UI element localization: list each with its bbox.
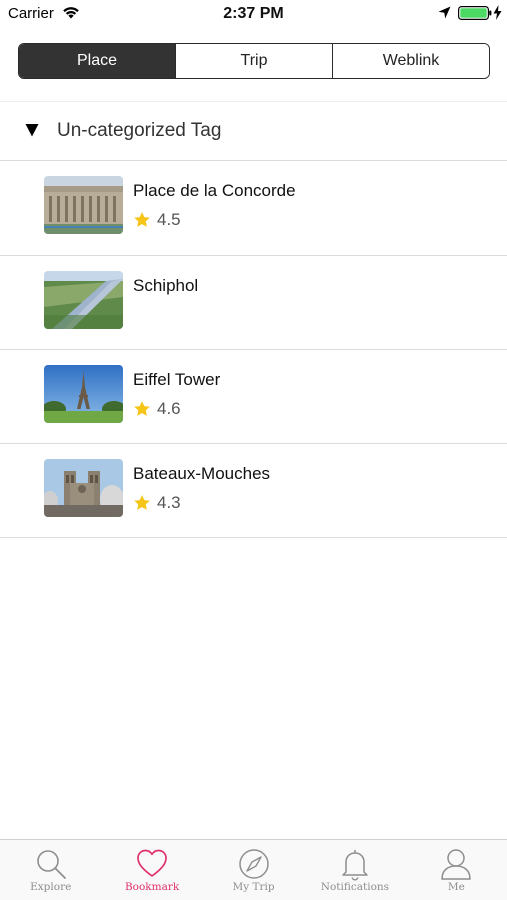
rating-value: 4.5 [157, 210, 181, 229]
tab-bar: Explore Bookmark My Trip Notifications M… [0, 839, 507, 900]
divider [0, 537, 507, 538]
heart-icon [137, 849, 167, 877]
rating-value: 4.6 [157, 399, 181, 418]
eiffel-tower-photo [44, 365, 123, 423]
list-item[interactable]: Place de la Concorde 4.5 [0, 161, 507, 255]
tab-label: Bookmark [124, 881, 180, 893]
tag-section-header[interactable]: Un-categorized Tag [0, 102, 507, 160]
status-bar: Carrier 2:37 PM [0, 0, 507, 28]
battery-icon [458, 6, 492, 20]
list-item[interactable]: Bateaux-Mouches 4.3 [0, 444, 507, 538]
tab-explore[interactable]: Explore [0, 840, 101, 900]
star-icon [134, 401, 150, 416]
person-icon [441, 849, 472, 880]
list-item[interactable]: Schiphol [0, 256, 507, 350]
content-type-segmented-control: Place Trip Weblink [18, 43, 490, 79]
status-time: 2:37 PM [223, 5, 284, 22]
place-name: Bateaux-Mouches [133, 464, 271, 483]
star-icon [134, 212, 150, 227]
rating: 4.3 [133, 493, 181, 513]
compass-icon [238, 849, 269, 879]
place-name: Schiphol [133, 276, 199, 295]
section-title: Un-categorized Tag [57, 120, 222, 141]
building-photo [44, 176, 123, 234]
cathedral-photo [44, 459, 123, 517]
segment-weblink[interactable]: Weblink [332, 44, 489, 78]
tab-label: My Trip [232, 881, 275, 893]
location-arrow-icon [438, 6, 451, 19]
triangle-down-icon [25, 124, 39, 137]
tab-label: Explore [30, 881, 72, 893]
list-item[interactable]: Eiffel Tower 4.6 [0, 350, 507, 444]
rating-value: 4.3 [157, 493, 181, 512]
charging-bolt-icon [493, 5, 502, 20]
search-icon [36, 850, 66, 879]
tab-bookmark[interactable]: Bookmark [101, 840, 202, 900]
star-icon [134, 495, 150, 510]
tab-label: Notifications [320, 881, 390, 893]
bell-icon [342, 850, 368, 881]
tab-notifications[interactable]: Notifications [304, 840, 405, 900]
segment-place[interactable]: Place [19, 44, 175, 78]
place-name: Place de la Concorde [133, 181, 296, 200]
river-aerial-photo [44, 271, 123, 329]
tab-me[interactable]: Me [406, 840, 507, 900]
segment-trip[interactable]: Trip [175, 44, 332, 78]
rating: 4.5 [133, 210, 181, 230]
place-name: Eiffel Tower [133, 370, 221, 389]
tab-my-trip[interactable]: My Trip [203, 840, 304, 900]
tab-label: Me [447, 881, 465, 893]
rating: 4.6 [133, 399, 181, 419]
